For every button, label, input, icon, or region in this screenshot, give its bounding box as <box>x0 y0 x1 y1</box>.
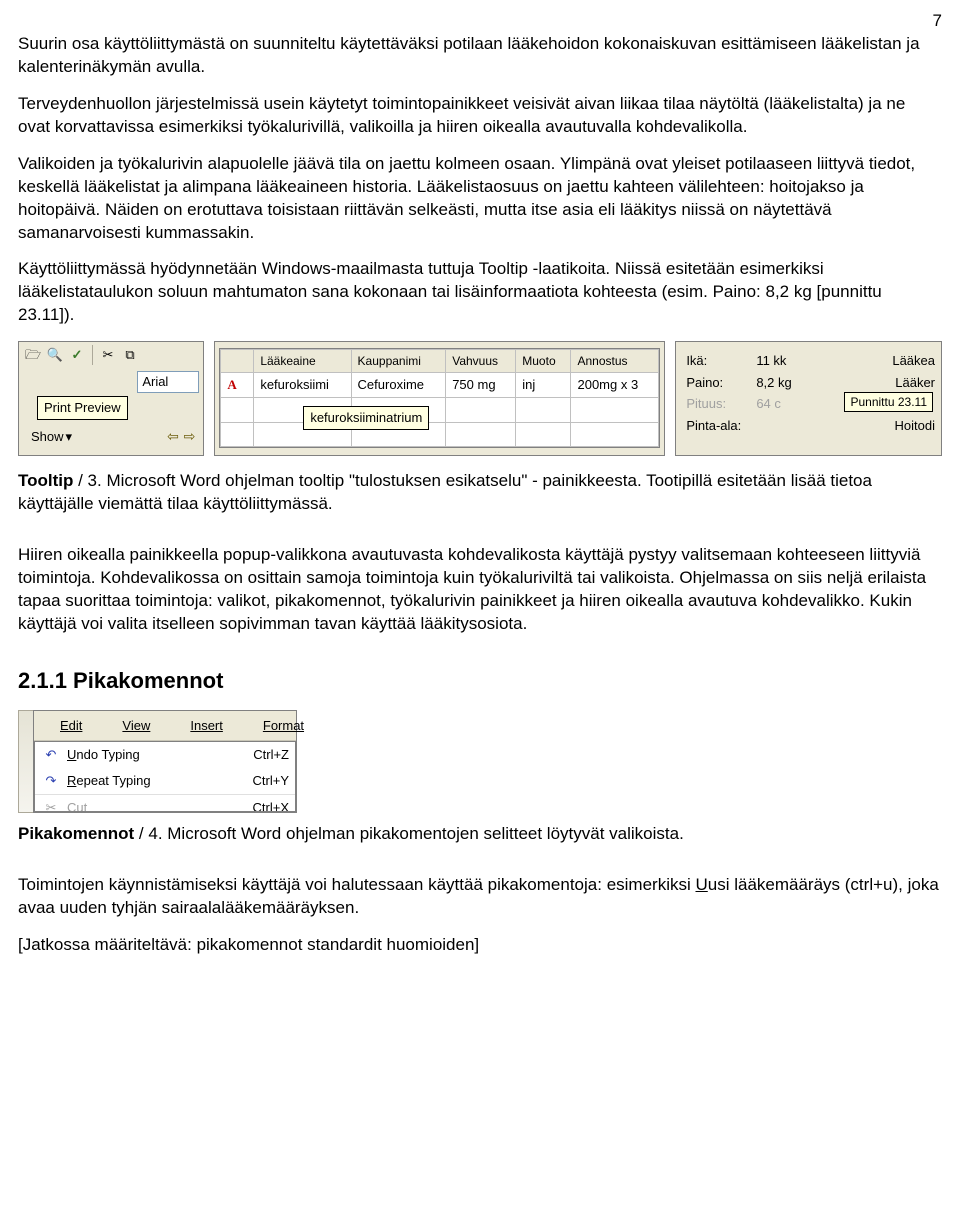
paragraph: [Jatkossa määriteltävä: pikakomennot sta… <box>18 934 942 957</box>
menu-view[interactable]: View <box>102 715 170 737</box>
paragraph: Valikoiden ja työkalurivin alapuolelle j… <box>18 153 942 245</box>
section-heading: 2.1.1 Pikakomennot <box>18 666 942 696</box>
medication-table-panel: Lääkeaine Kauppanimi Vahvuus Muoto Annos… <box>214 341 665 456</box>
paragraph: Terveydenhuollon järjestelmissä usein kä… <box>18 93 942 139</box>
cut-icon: ✂ <box>41 798 61 811</box>
menu-format[interactable]: Format <box>243 715 324 737</box>
col-kauppanimi[interactable]: Kauppanimi <box>351 350 446 373</box>
undo-icon: ↶ <box>41 745 61 765</box>
paragraph: Hiiren oikealla painikkeella popup-valik… <box>18 544 942 636</box>
font-select[interactable]: Arial <box>137 371 199 393</box>
show-button[interactable]: Show ▾ <box>27 426 76 448</box>
cell-vahvuus: 750 mg <box>446 373 516 398</box>
cell-kauppanimi: Cefuroxime <box>351 373 446 398</box>
menu-insert[interactable]: Insert <box>170 715 243 737</box>
table-row <box>221 422 659 447</box>
figure-caption: Tooltip / 3. Microsoft Word ohjelman too… <box>18 470 942 516</box>
value-pituus: 64 c <box>756 395 836 413</box>
patient-info-panel: Ikä: 11 kk Lääkea Paino: 8,2 kg Lääker P… <box>675 341 942 456</box>
value-pintaala <box>756 417 836 435</box>
menuitem-repeat[interactable]: ↷ Repeat Typing Ctrl+Y <box>35 768 295 794</box>
repeat-icon: ↷ <box>41 771 61 791</box>
cell-muoto: inj <box>516 373 571 398</box>
paragraph: Toimintojen käynnistämiseksi käyttäjä vo… <box>18 874 942 920</box>
menuitem-undo[interactable]: ↶ Undo Typing Ctrl+Z <box>35 742 295 768</box>
col-annostus[interactable]: Annostus <box>571 350 659 373</box>
row-marker: A <box>227 377 236 392</box>
shortcut: Ctrl+Y <box>229 772 289 790</box>
col-vahvuus[interactable]: Vahvuus <box>446 350 516 373</box>
edit-menu-panel: Edit View Insert Format ↶ Undo Typing Ct… <box>33 710 297 814</box>
show-label: Show <box>31 428 64 446</box>
shortcut: Ctrl+Z <box>229 746 289 764</box>
cell-laakeaine: kefuroksiimi <box>254 373 351 398</box>
menuitem-cut[interactable]: ✂ Cut Ctrl+X <box>35 794 295 811</box>
medication-table: Lääkeaine Kauppanimi Vahvuus Muoto Annos… <box>220 349 659 447</box>
col-muoto[interactable]: Muoto <box>516 350 571 373</box>
menuitem-label: Undo Typing <box>67 746 229 764</box>
window-strip <box>18 710 33 814</box>
col-marker <box>221 350 254 373</box>
menubar: Edit View Insert Format <box>34 711 296 742</box>
menuitem-label: Cut <box>67 799 229 811</box>
chevron-down-icon: ▾ <box>66 428 73 446</box>
label-right-1: Lääkea <box>836 352 941 370</box>
shortcut: Ctrl+X <box>229 799 289 811</box>
figure-row: 🗁 🔍 ✓ ✂ ⧉ Arial Print Preview Show ▾ ⇦ ⇨ <box>18 341 942 456</box>
col-laakeaine[interactable]: Lääkeaine <box>254 350 351 373</box>
value-paino: 8,2 kg <box>756 374 836 392</box>
label-paino: Paino: <box>686 374 756 392</box>
open-icon[interactable]: 🗁 <box>23 345 43 365</box>
arrow-right-icon[interactable]: ⇨ <box>184 428 196 444</box>
figure-caption: Pikakomennot / 4. Microsoft Word ohjelma… <box>18 823 942 846</box>
menu-edit[interactable]: Edit <box>40 715 102 737</box>
label-right-2: Lääker <box>836 374 941 392</box>
caption-text: / 4. Microsoft Word ohjelman pikakomento… <box>134 824 684 843</box>
label-pintaala: Pinta-ala: <box>686 417 756 435</box>
divider-icon <box>92 345 93 365</box>
paragraph: Suurin osa käyttöliittymästä on suunnite… <box>18 33 942 79</box>
cell-tooltip: kefuroksiiminatrium <box>303 406 429 430</box>
cell-annostus: 200mg x 3 <box>571 373 659 398</box>
caption-bold: Tooltip <box>18 471 73 490</box>
table-row[interactable]: A kefuroksiimi Cefuroxime 750 mg inj 200… <box>221 373 659 398</box>
print-preview-icon[interactable]: 🔍 <box>45 345 65 365</box>
paino-tooltip: Punnittu 23.11 <box>844 392 933 412</box>
arrow-left-icon[interactable]: ⇦ <box>167 428 179 444</box>
label-right-4: Hoitodi <box>836 417 941 435</box>
menuitem-label: Repeat Typing <box>67 772 229 790</box>
value-ika: 11 kk <box>756 352 836 370</box>
cut-icon[interactable]: ✂ <box>98 345 118 365</box>
caption-text: / 3. Microsoft Word ohjelman tooltip "tu… <box>18 471 872 513</box>
copy-icon[interactable]: ⧉ <box>120 345 140 365</box>
paragraph: Käyttöliittymässä hyödynnetään Windows-m… <box>18 258 942 327</box>
spellcheck-icon[interactable]: ✓ <box>67 345 87 365</box>
label-ika: Ikä: <box>686 352 756 370</box>
label-pituus: Pituus: <box>686 395 756 413</box>
menu-figure: Edit View Insert Format ↶ Undo Typing Ct… <box>18 710 942 814</box>
caption-bold: Pikakomennot <box>18 824 134 843</box>
print-preview-tooltip: Print Preview <box>37 396 128 420</box>
word-toolbar-panel: 🗁 🔍 ✓ ✂ ⧉ Arial Print Preview Show ▾ ⇦ ⇨ <box>18 341 204 456</box>
page-number: 7 <box>18 10 942 33</box>
table-row <box>221 397 659 422</box>
